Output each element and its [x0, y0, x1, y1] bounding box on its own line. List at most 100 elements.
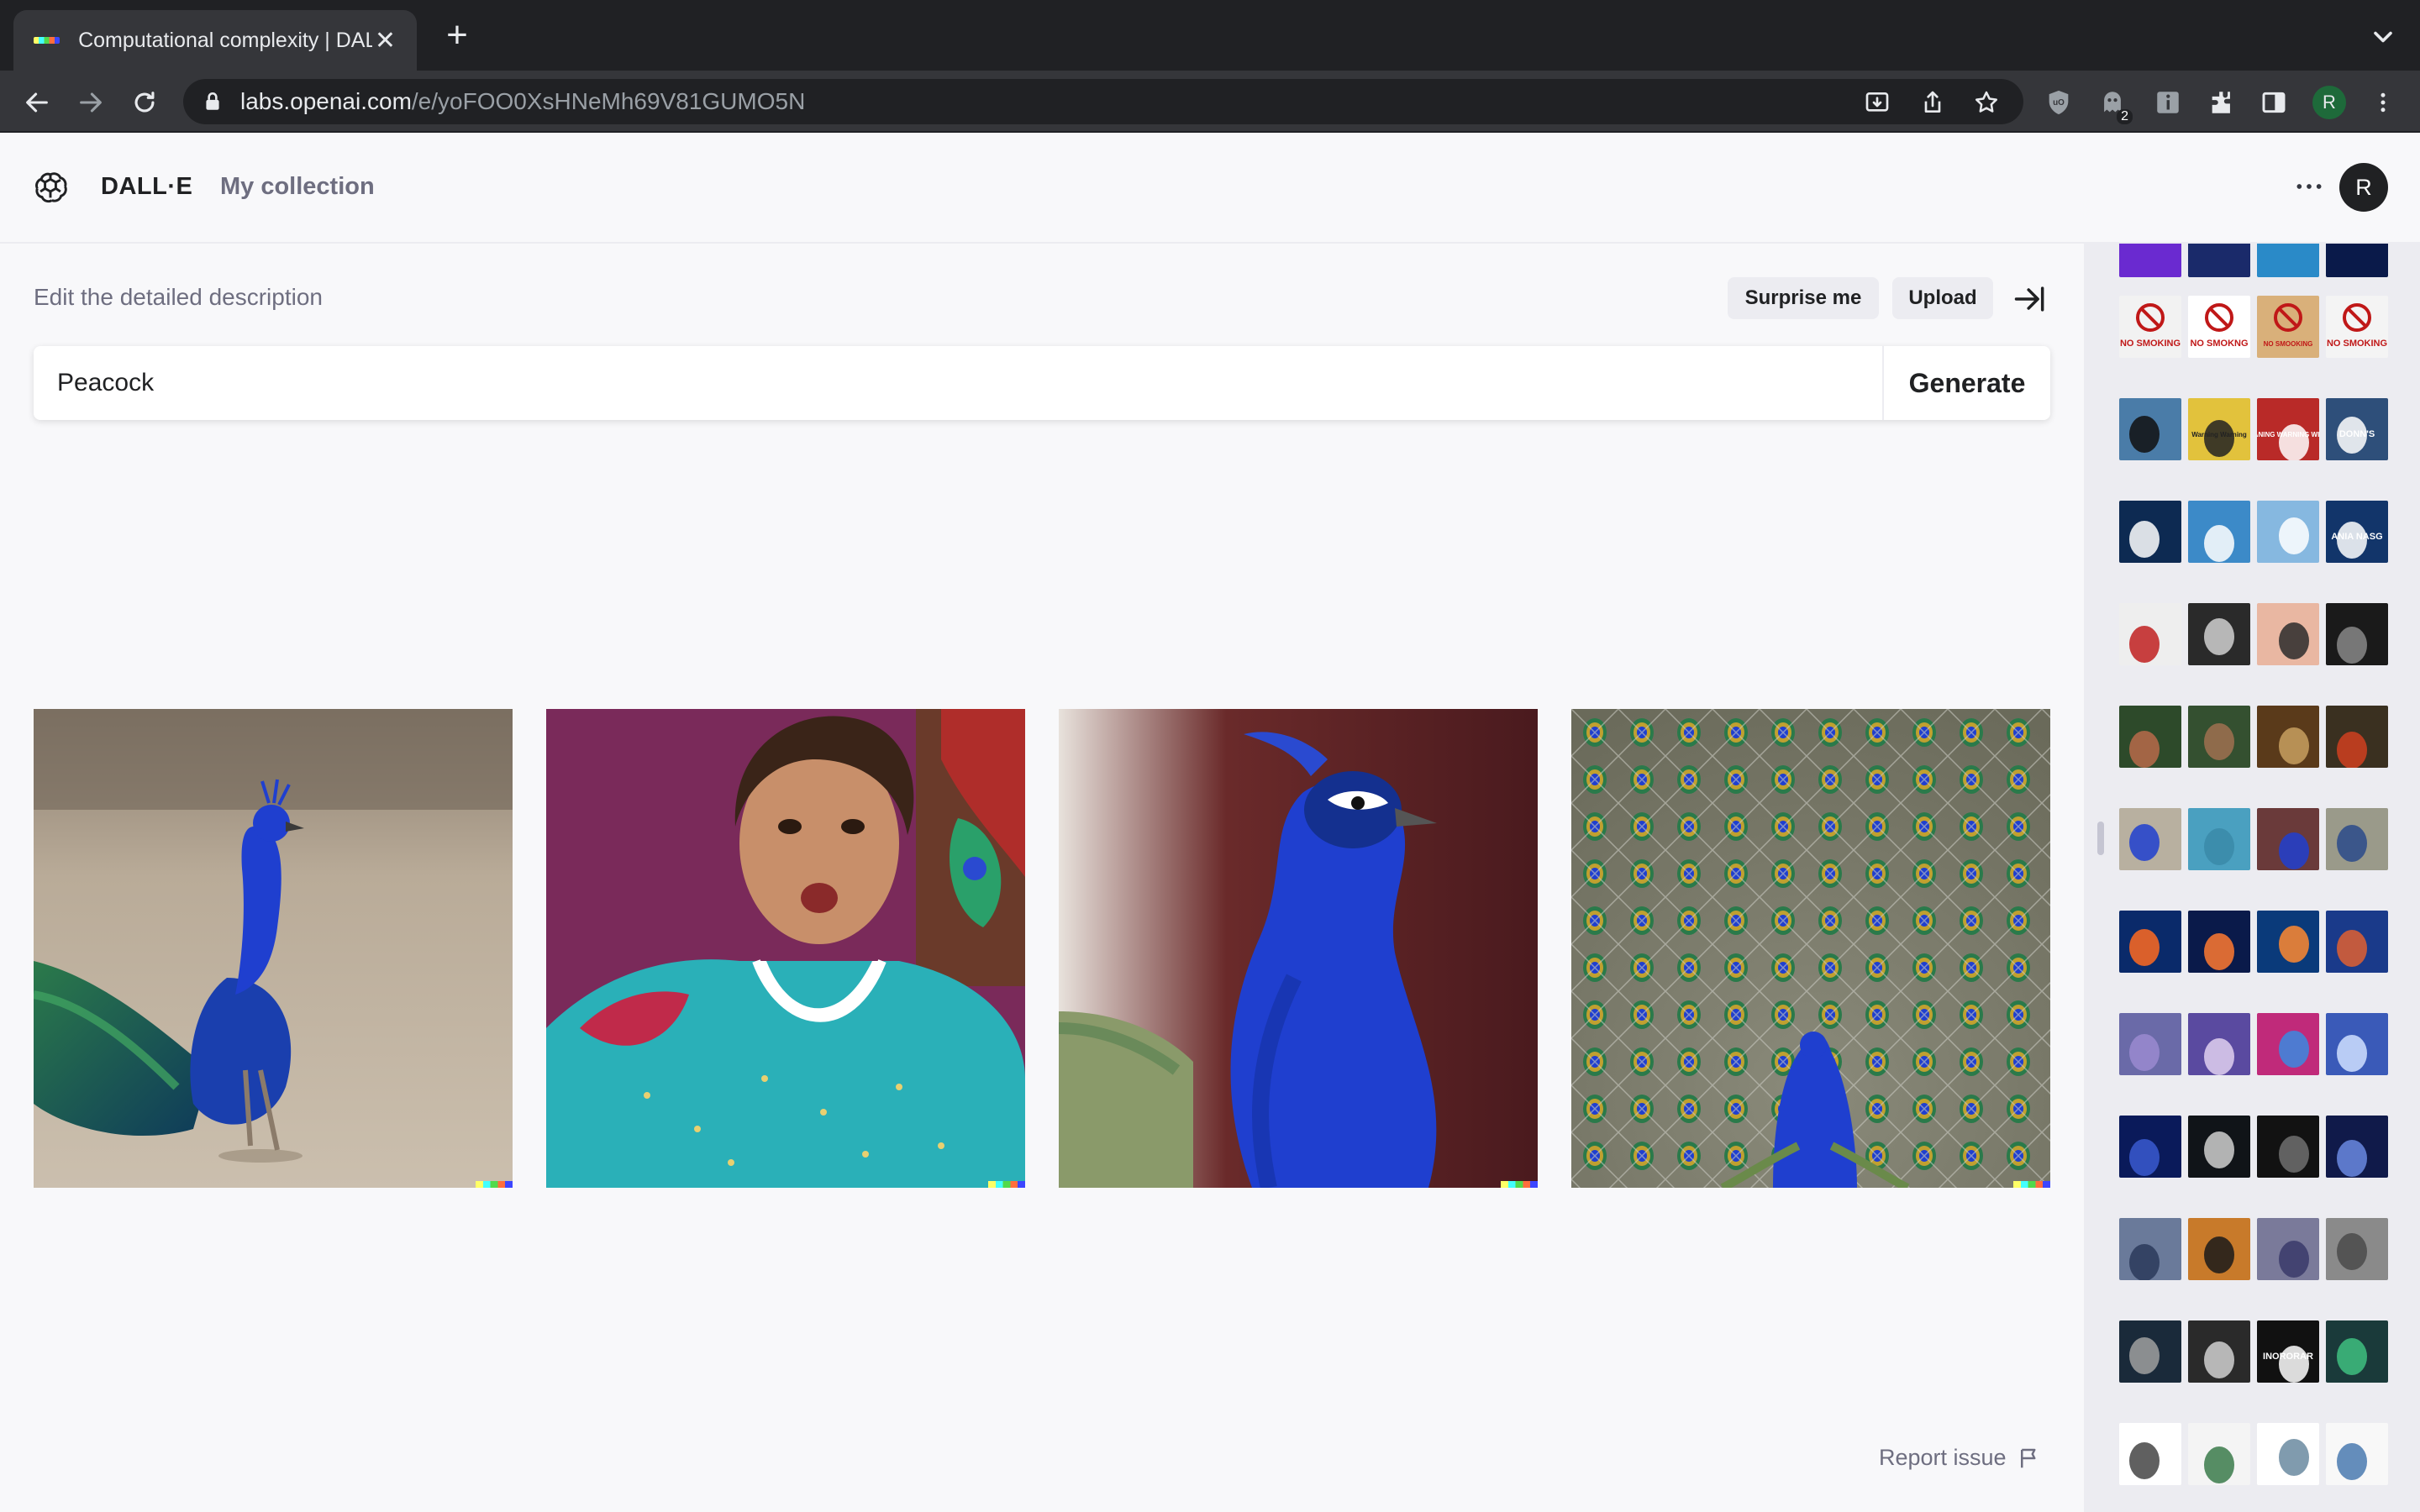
side-panel-icon[interactable] — [2259, 87, 2289, 118]
history-thumbnail[interactable] — [2188, 1320, 2250, 1383]
history-thumbnail[interactable] — [2326, 1320, 2388, 1383]
history-thumbnail[interactable]: NO SMOKING — [2326, 296, 2388, 358]
chevron-down-icon[interactable] — [2368, 22, 2398, 52]
history-thumbnail[interactable] — [2257, 603, 2319, 665]
result-image-2[interactable] — [546, 709, 1025, 1188]
history-thumbnail[interactable] — [2326, 244, 2388, 277]
generate-button[interactable]: Generate — [1882, 346, 2050, 420]
history-thumbnail[interactable] — [2257, 501, 2319, 563]
history-thumbnail[interactable] — [2188, 1423, 2250, 1485]
result-image-4[interactable] — [1571, 709, 2050, 1188]
history-thumbnail[interactable] — [2326, 1116, 2388, 1178]
history-thumbnail[interactable] — [2326, 1013, 2388, 1075]
history-thumbnail[interactable] — [2119, 244, 2181, 277]
history-thumbnail[interactable] — [2257, 706, 2319, 768]
history-thumbnail[interactable] — [2257, 1013, 2319, 1075]
browser-tab[interactable]: Computational complexity | DALL·E ✕ — [13, 10, 417, 71]
share-icon[interactable] — [1919, 89, 1946, 116]
history-thumbnail[interactable] — [2119, 501, 2181, 563]
history-thumbnail[interactable]: NO SMOKING — [2119, 296, 2181, 358]
history-thumbnail[interactable]: ANIA NASG — [2326, 501, 2388, 563]
history-thumbnail[interactable] — [2119, 398, 2181, 460]
browser-profile-avatar[interactable]: R — [2312, 86, 2346, 119]
bookmark-star-icon[interactable] — [1973, 89, 2000, 116]
result-image-3[interactable] — [1059, 709, 1538, 1188]
sidebar-resize-handle[interactable] — [2097, 822, 2104, 855]
address-bar[interactable]: labs.openai.com/e/yoFOO0XsHNeMh69V81GUMO… — [183, 79, 2023, 124]
history-sidebar[interactable]: NO SMOKING NO SMOKNG NO SMOOKING NO SMOKING… — [2084, 244, 2420, 1512]
thumbnail-image — [2188, 1423, 2250, 1485]
history-thumbnail[interactable] — [2119, 911, 2181, 973]
extensions-puzzle-icon[interactable] — [2207, 87, 2237, 118]
ublock-extension-icon[interactable]: uO — [2044, 87, 2074, 118]
brand-title[interactable]: DALL·E — [101, 173, 192, 201]
history-thumbnail[interactable] — [2119, 706, 2181, 768]
surprise-me-button[interactable]: Surprise me — [1728, 277, 1879, 319]
browser-tabstrip: Computational complexity | DALL·E ✕ + — [0, 0, 2420, 71]
openai-logo-icon[interactable] — [32, 170, 69, 207]
history-thumbnail[interactable] — [2188, 1013, 2250, 1075]
history-thumbnail[interactable] — [2188, 603, 2250, 665]
history-thumbnail[interactable]: Warning Warning — [2188, 398, 2250, 460]
history-thumbnail[interactable] — [2257, 808, 2319, 870]
thumbnail-image — [2326, 911, 2388, 973]
history-thumbnail[interactable] — [2119, 603, 2181, 665]
prompt-input[interactable] — [34, 346, 1882, 420]
upload-button[interactable]: Upload — [1892, 277, 1993, 319]
extension-badge: 2 — [2117, 109, 2133, 124]
history-thumbnail[interactable] — [2326, 808, 2388, 870]
more-options-icon[interactable] — [2291, 170, 2328, 207]
info-extension-icon[interactable] — [2153, 87, 2183, 118]
thumbnail-image: INORORAR — [2257, 1320, 2319, 1383]
history-thumbnail[interactable] — [2257, 1423, 2319, 1485]
history-thumbnail[interactable] — [2257, 911, 2319, 973]
history-thumbnail[interactable] — [2326, 706, 2388, 768]
my-collection-link[interactable]: My collection — [220, 173, 375, 201]
ghost-extension-icon[interactable]: 2 — [2097, 87, 2133, 124]
user-avatar[interactable]: R — [2339, 163, 2388, 212]
install-app-icon[interactable] — [1864, 89, 1891, 116]
history-thumbnail[interactable] — [2119, 1218, 2181, 1280]
collapse-sidebar-icon[interactable] — [2012, 281, 2049, 318]
history-thumbnail[interactable] — [2119, 1013, 2181, 1075]
lock-icon[interactable] — [203, 91, 222, 113]
history-thumbnail[interactable] — [2188, 911, 2250, 973]
history-thumbnail[interactable] — [2188, 244, 2250, 277]
history-thumbnail[interactable]: NO SMOKNG — [2188, 296, 2250, 358]
history-row-abstract-dark — [2119, 1116, 2388, 1178]
dalle-watermark — [988, 1181, 1025, 1188]
flag-icon — [2020, 1448, 2036, 1467]
forward-button[interactable] — [71, 82, 111, 123]
history-row-jungle-roosters — [2119, 706, 2388, 768]
history-thumbnail[interactable] — [2257, 244, 2319, 277]
result-image-1[interactable] — [34, 709, 513, 1188]
history-thumbnail[interactable] — [2119, 1423, 2181, 1485]
history-thumbnail[interactable]: NO SMOOKING — [2257, 296, 2319, 358]
thumbnail-image — [2326, 603, 2388, 665]
new-tab-button[interactable]: + — [437, 17, 477, 57]
history-thumbnail[interactable] — [2326, 1218, 2388, 1280]
history-thumbnail[interactable]: INORORAR — [2257, 1320, 2319, 1383]
history-thumbnail[interactable]: DONN'S — [2326, 398, 2388, 460]
history-thumbnail[interactable] — [2326, 911, 2388, 973]
tab-close-icon[interactable]: ✕ — [372, 26, 398, 55]
history-thumbnail[interactable] — [2188, 501, 2250, 563]
history-thumbnail[interactable] — [2326, 603, 2388, 665]
history-thumbnail[interactable] — [2119, 1116, 2181, 1178]
history-row-goldfish-bowls — [2119, 911, 2388, 973]
history-thumbnail[interactable] — [2119, 1320, 2181, 1383]
history-thumbnail[interactable]: WANING WARNING WIRE — [2257, 398, 2319, 460]
report-issue-link[interactable]: Report issue — [1879, 1445, 2042, 1471]
history-thumbnail[interactable] — [2257, 1116, 2319, 1178]
history-thumbnail[interactable] — [2188, 706, 2250, 768]
history-thumbnail[interactable] — [2188, 808, 2250, 870]
reload-button[interactable] — [124, 82, 165, 123]
history-thumbnail[interactable] — [2188, 1218, 2250, 1280]
thumbnail-image: NO SMOKNG — [2188, 296, 2250, 358]
history-thumbnail[interactable] — [2188, 1116, 2250, 1178]
browser-menu-icon[interactable] — [2368, 87, 2398, 118]
history-thumbnail[interactable] — [2326, 1423, 2388, 1485]
history-thumbnail[interactable] — [2119, 808, 2181, 870]
back-button[interactable] — [17, 82, 57, 123]
history-thumbnail[interactable] — [2257, 1218, 2319, 1280]
